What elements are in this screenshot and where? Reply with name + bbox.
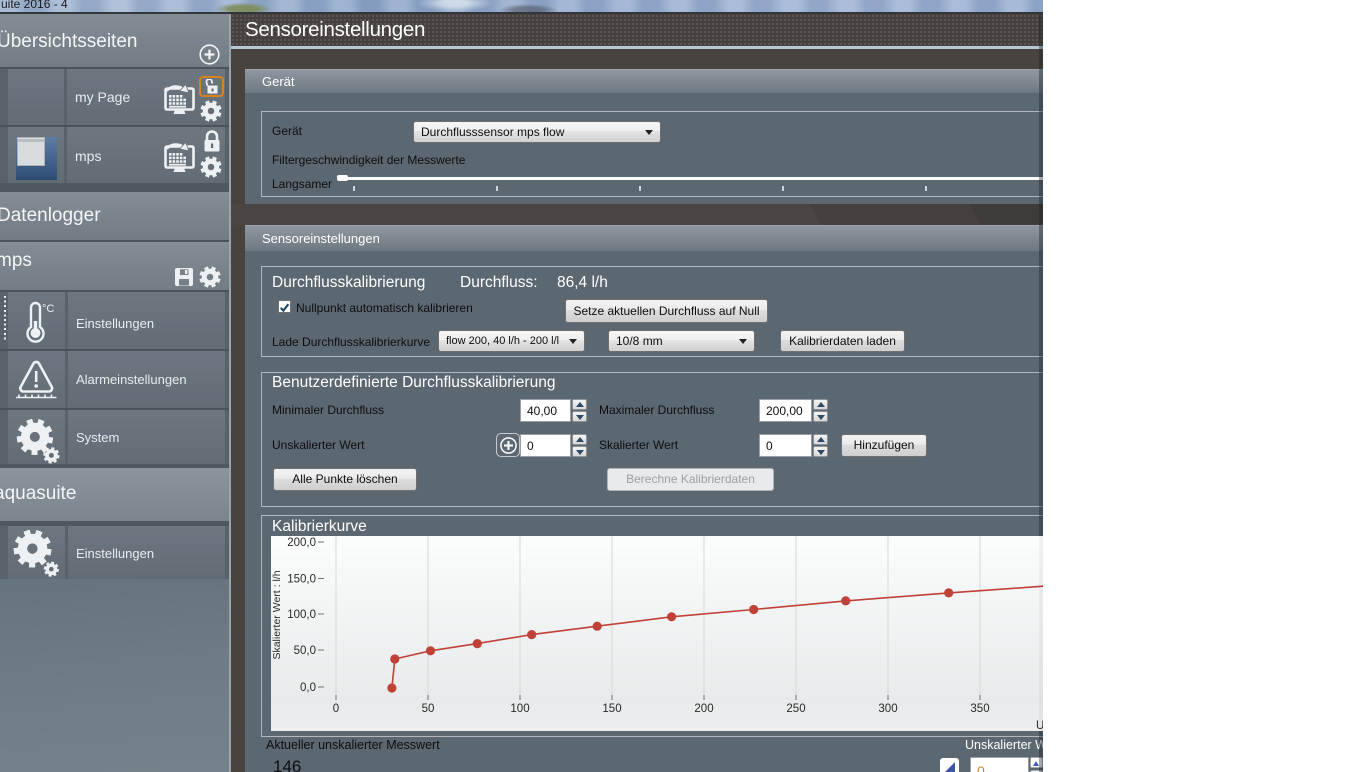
svg-text:250: 250	[786, 703, 805, 715]
svg-text:150,0: 150,0	[287, 574, 316, 586]
svg-text:200,0: 200,0	[287, 537, 316, 549]
svg-text:50,0: 50,0	[294, 645, 316, 657]
svg-text:0: 0	[333, 703, 339, 715]
svg-text:°C: °C	[42, 303, 54, 315]
svg-text:100: 100	[510, 703, 529, 715]
svg-text:200: 200	[694, 703, 713, 715]
svg-text:150: 150	[602, 703, 621, 715]
svg-text:350: 350	[970, 703, 989, 715]
svg-text:100,0: 100,0	[287, 609, 316, 621]
svg-text:50: 50	[422, 703, 435, 715]
svg-text:0,0: 0,0	[300, 682, 316, 694]
svg-text:300: 300	[878, 703, 897, 715]
svg-text:Skalierter Wert : l/h: Skalierter Wert : l/h	[271, 570, 283, 659]
